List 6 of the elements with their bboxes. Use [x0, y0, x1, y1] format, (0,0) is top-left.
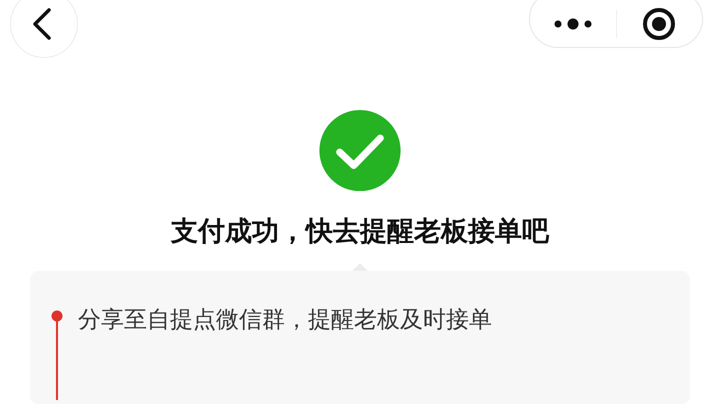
step-text: 分享至自提点微信群，提醒老板及时接单	[78, 306, 492, 335]
target-icon	[642, 7, 676, 41]
success-title: 支付成功，快去提醒老板接单吧	[171, 215, 549, 250]
back-icon	[31, 7, 53, 41]
back-button[interactable]	[10, 0, 78, 58]
more-icon	[552, 17, 593, 31]
